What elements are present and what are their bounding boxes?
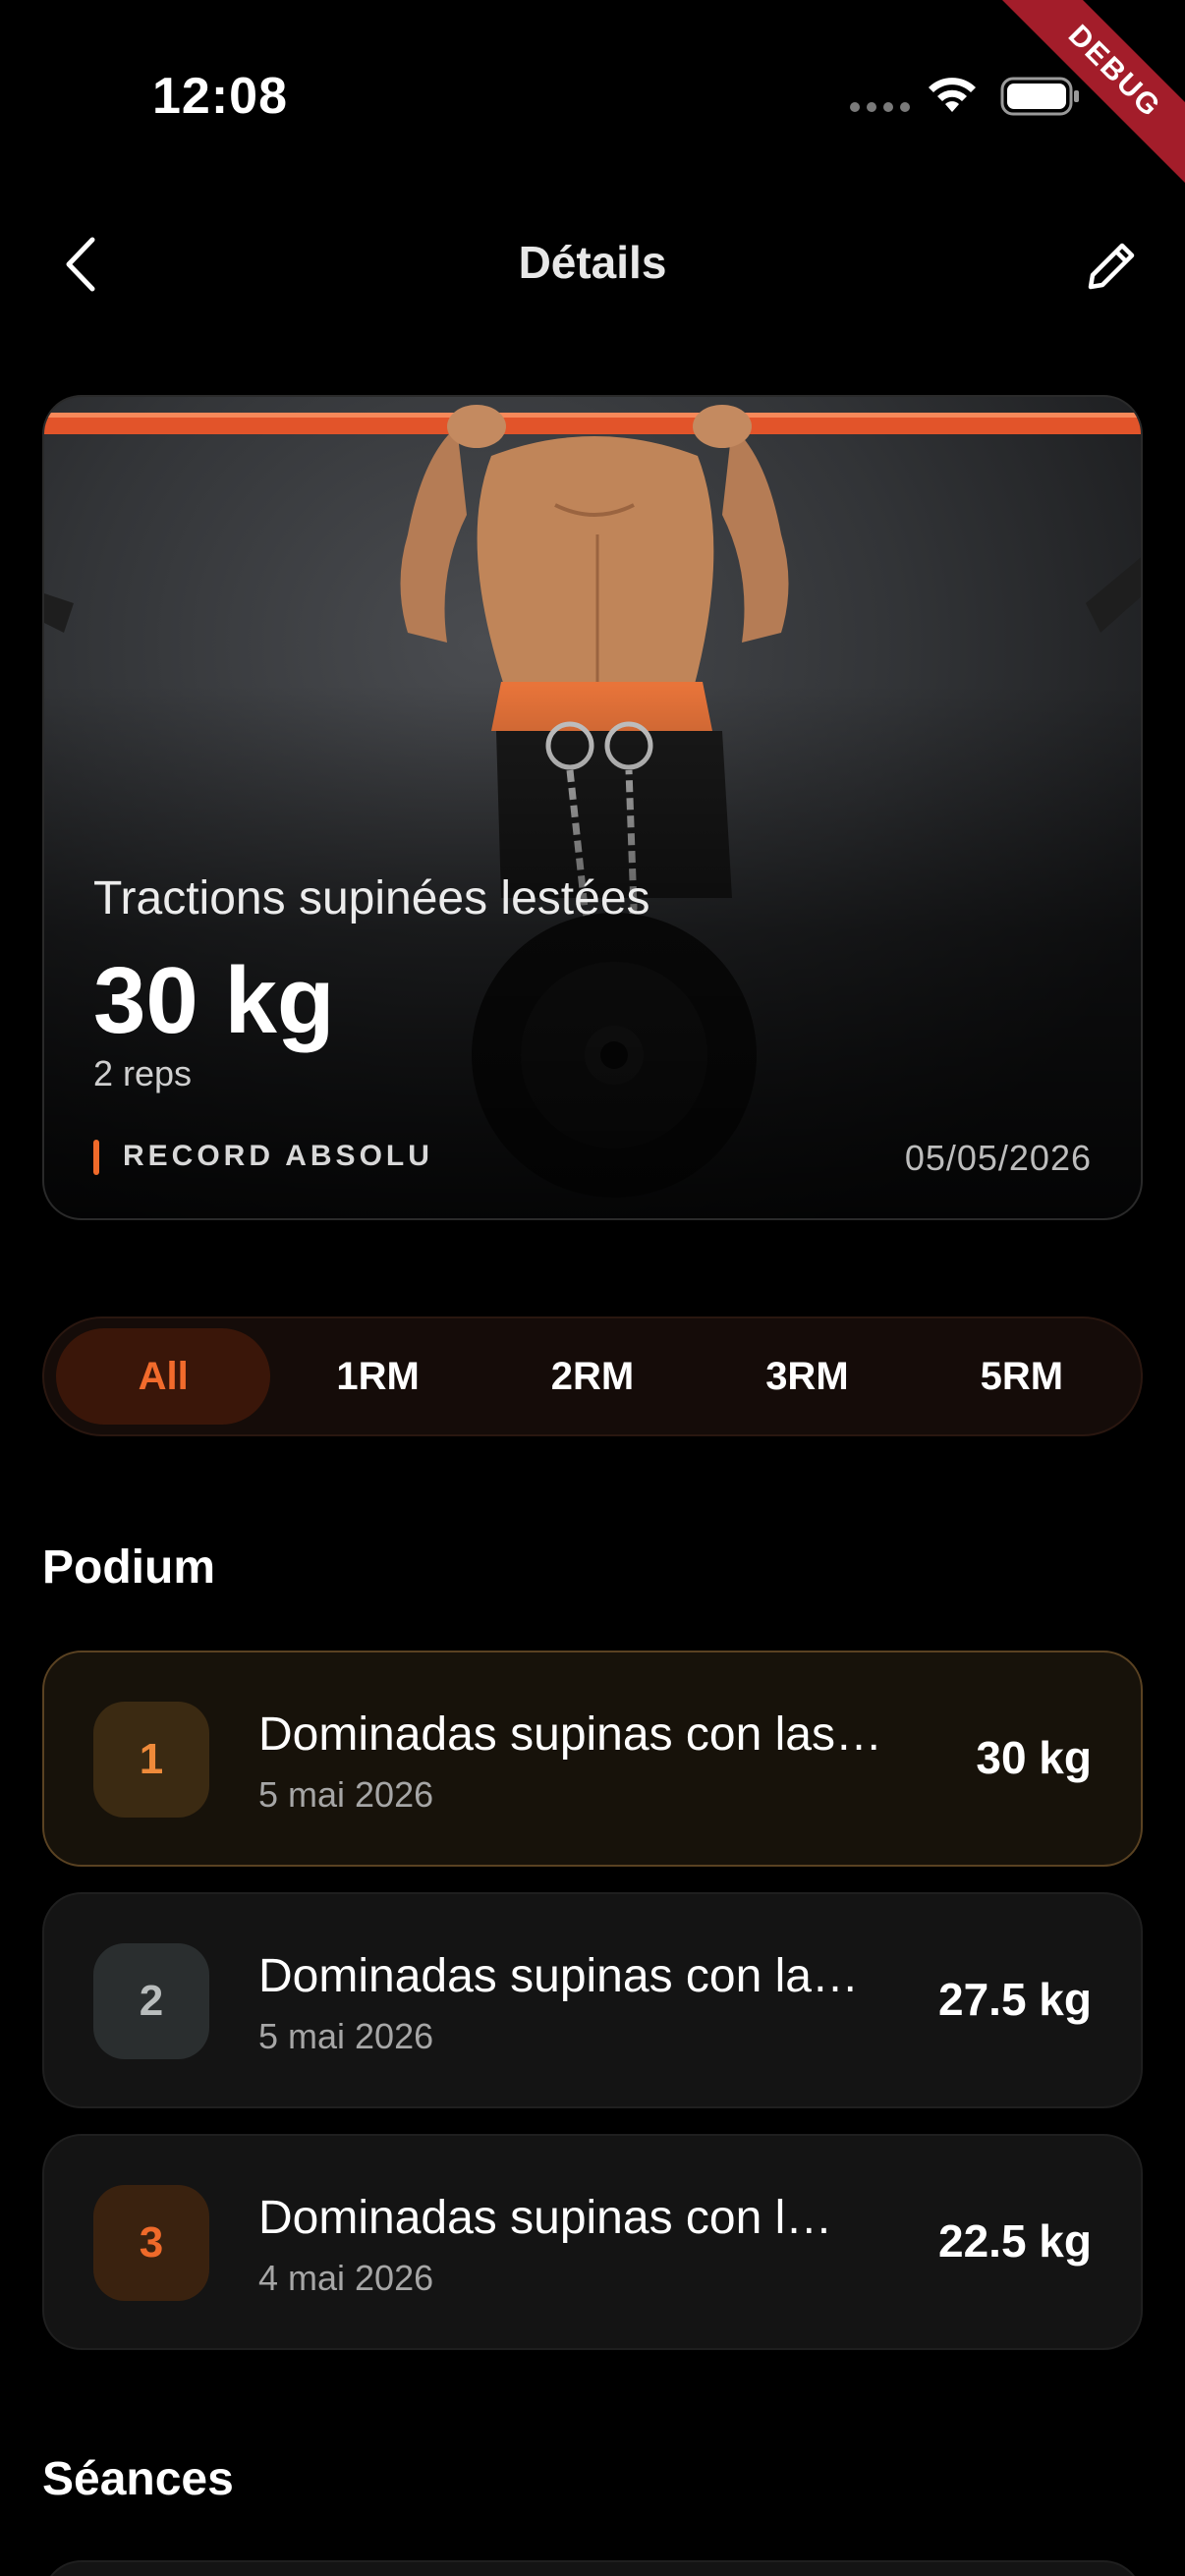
podium-exercise-name: Dominadas supinas con la…	[258, 1950, 859, 2002]
hero-reps: 2 reps	[93, 1053, 193, 1093]
rank-badge: 3	[93, 2185, 209, 2301]
podium-weight: 22.5 kg	[938, 2215, 1092, 2267]
signal-icon	[850, 102, 910, 112]
filter-tab-all[interactable]: All	[56, 1328, 271, 1425]
podium-heading: Podium	[42, 1541, 215, 1594]
page-title: Détails	[518, 237, 667, 288]
podium-date: 5 mai 2026	[258, 2016, 434, 2056]
hero-exercise-name: Tractions supinées lestées	[93, 872, 650, 924]
podium-row[interactable]: 1 Dominadas supinas con las… 5 mai 2026 …	[42, 1651, 1143, 1867]
badge-accent-bar	[93, 1140, 99, 1175]
rep-filter-tabs: All 1RM 2RM 3RM 5RM	[42, 1316, 1143, 1436]
details-screen: 12:08 DEBUG Détails Tractions supinées l…	[0, 0, 1185, 2576]
session-card[interactable]	[42, 2560, 1143, 2576]
podium-row[interactable]: 3 Dominadas supinas con l… 4 mai 2026 22…	[42, 2134, 1143, 2350]
record-badge: RECORD ABSOLU	[123, 1140, 433, 1172]
hero-date: 05/05/2026	[904, 1138, 1092, 1178]
podium-row[interactable]: 2 Dominadas supinas con la… 5 mai 2026 2…	[42, 1892, 1143, 2108]
podium-date: 5 mai 2026	[258, 1774, 434, 1815]
podium-exercise-name: Dominadas supinas con las…	[258, 1708, 882, 1761]
record-hero-card[interactable]: Tractions supinées lestées 30 kg 2 reps …	[42, 395, 1143, 1220]
wifi-icon	[929, 78, 976, 112]
filter-tab-3rm[interactable]: 3RM	[700, 1328, 914, 1425]
filter-tab-2rm[interactable]: 2RM	[485, 1328, 700, 1425]
podium-exercise-name: Dominadas supinas con l…	[258, 2192, 833, 2244]
filter-tab-1rm[interactable]: 1RM	[270, 1328, 484, 1425]
hero-gradient-overlay	[44, 397, 1141, 1218]
rank-badge: 2	[93, 1943, 209, 2059]
filter-tab-5rm[interactable]: 5RM	[915, 1328, 1129, 1425]
hero-weight: 30 kg	[93, 948, 335, 1053]
edit-pencil-icon[interactable]	[1081, 234, 1144, 297]
battery-icon	[1000, 77, 1079, 116]
podium-weight: 30 kg	[976, 1732, 1092, 1783]
sessions-heading: Séances	[42, 2453, 234, 2505]
rank-badge: 1	[93, 1702, 209, 1818]
podium-weight: 27.5 kg	[938, 1974, 1092, 2025]
status-time: 12:08	[152, 68, 288, 125]
podium-date: 4 mai 2026	[258, 2258, 434, 2298]
